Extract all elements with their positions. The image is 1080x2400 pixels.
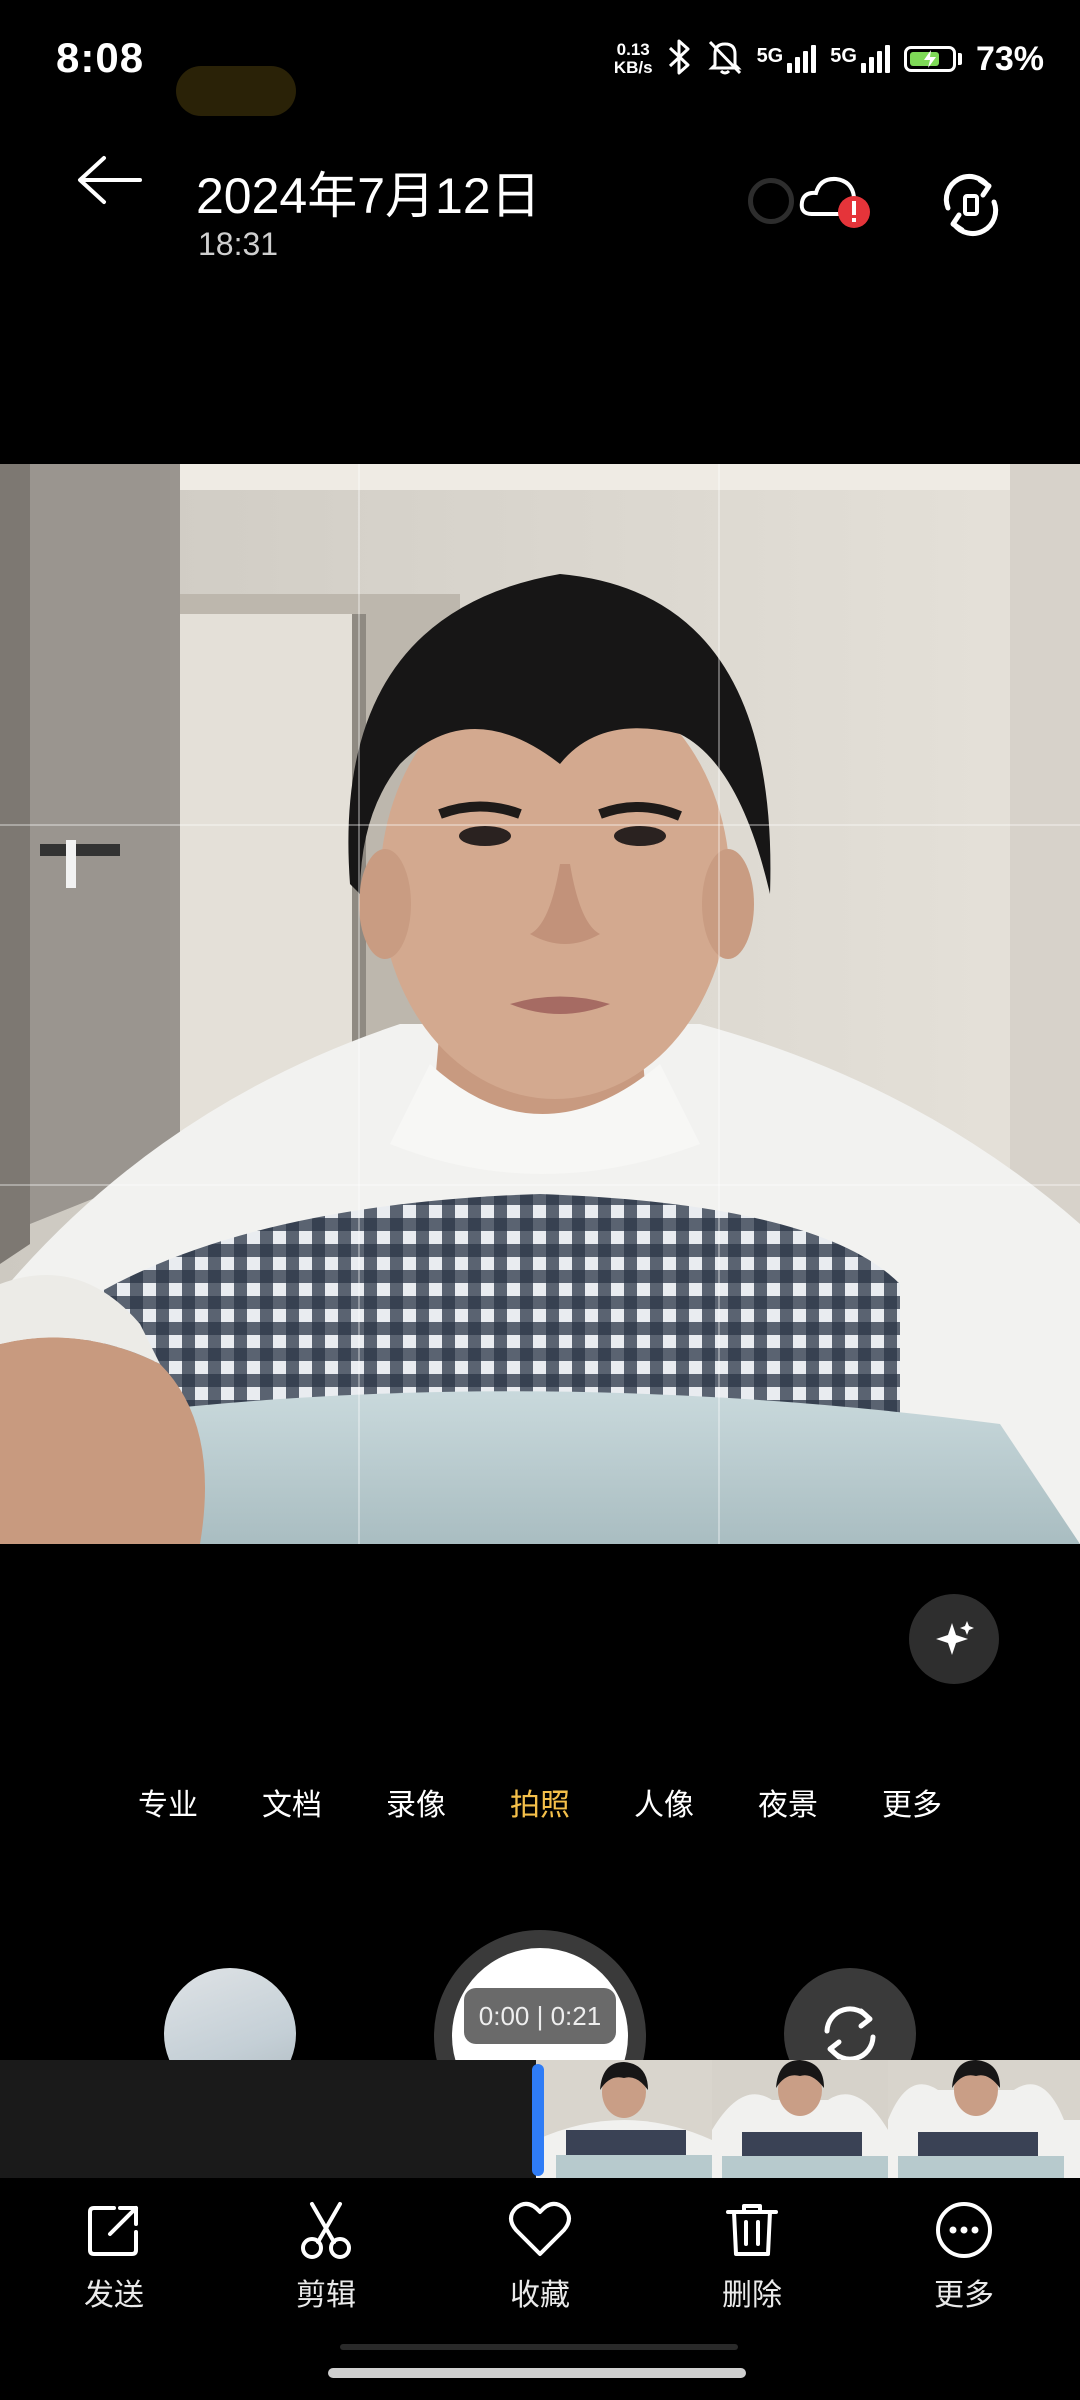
signal-icon xyxy=(860,45,890,73)
video-timecode: 0:00 | 0:21 xyxy=(464,1988,616,2044)
camera-mode-3[interactable]: 拍照 xyxy=(510,1780,570,1824)
page-title: 2024年7月12日 xyxy=(196,168,541,224)
grid-line xyxy=(0,824,1080,826)
favorite-label: 收藏 xyxy=(510,2279,570,2312)
edit-button[interactable]: 剪辑 xyxy=(256,2200,396,2314)
filmstrip-frame xyxy=(1064,2060,1080,2178)
delete-button[interactable]: 删除 xyxy=(682,2200,822,2314)
camera-mode-5[interactable]: 夜景 xyxy=(758,1780,818,1824)
signal-icon xyxy=(787,45,817,73)
net-speed-unit: KB/s xyxy=(613,58,653,77)
trash-icon xyxy=(726,2204,778,2256)
camera-mode-1[interactable]: 文档 xyxy=(262,1780,322,1824)
more-button[interactable]: 更多 xyxy=(894,2200,1034,2314)
more-label: 更多 xyxy=(934,2279,994,2312)
rotate-button[interactable] xyxy=(936,170,1006,240)
sim2-label: 5G xyxy=(830,45,857,67)
signal-sim1: 5G xyxy=(757,45,817,73)
camera-mode-6[interactable]: 更多 xyxy=(882,1780,942,1824)
favorite-button[interactable]: 收藏 xyxy=(470,2200,610,2314)
gesture-hint xyxy=(340,2344,738,2350)
playhead-handle[interactable] xyxy=(532,2064,544,2176)
scissors-icon xyxy=(301,2202,351,2259)
net-speed-value: 0.13 xyxy=(616,40,650,59)
more-dots-icon xyxy=(936,2202,992,2258)
delete-label: 删除 xyxy=(722,2279,782,2312)
rotate-icon xyxy=(943,174,999,236)
selfie-photo xyxy=(0,464,1080,1544)
back-arrow-icon xyxy=(78,156,142,204)
send-label: 发送 xyxy=(84,2279,144,2312)
signal-sim2: 5G xyxy=(830,45,890,73)
battery-percent: 73% xyxy=(975,39,1044,78)
battery-charging-icon xyxy=(903,46,962,72)
send-button[interactable]: 发送 xyxy=(44,2200,184,2314)
mute-bell-icon xyxy=(707,38,743,81)
camera-mode-0[interactable]: 专业 xyxy=(138,1780,198,1824)
media-preview[interactable] xyxy=(0,464,1080,1544)
net-speed: 0.13 KB/s xyxy=(614,41,653,77)
cloud-sync-button[interactable] xyxy=(798,170,876,234)
status-icons: 0.13 KB/s 5G 5G 73% xyxy=(614,34,1044,84)
grid-line xyxy=(718,464,720,1544)
ring-icon xyxy=(748,178,794,224)
switch-camera-icon xyxy=(824,2006,876,2062)
heart-icon xyxy=(509,2201,571,2256)
share-icon xyxy=(88,2206,138,2256)
recording-pill xyxy=(176,66,296,116)
edit-label: 剪辑 xyxy=(296,2279,356,2312)
capture-time: 18:31 xyxy=(198,226,279,262)
back-button[interactable] xyxy=(60,150,150,220)
sparkle-icon xyxy=(936,1621,974,1655)
camera-mode-selector: 专业 文档 录像 拍照 人像 夜景 更多 xyxy=(0,1780,1080,1824)
bluetooth-icon xyxy=(667,38,693,81)
home-indicator[interactable] xyxy=(328,2368,746,2378)
grid-line xyxy=(358,464,360,1544)
filmstrip-frame xyxy=(536,2060,713,2178)
grid-line xyxy=(0,1184,1080,1186)
cloud-alert-icon xyxy=(799,176,870,228)
sim1-label: 5G xyxy=(756,45,784,67)
filmstrip-frame xyxy=(712,2060,889,2178)
magic-enhance-button[interactable] xyxy=(909,1594,999,1684)
camera-mode-4[interactable]: 人像 xyxy=(634,1780,694,1824)
camera-mode-2[interactable]: 录像 xyxy=(386,1780,446,1824)
filmstrip-frame xyxy=(888,2060,1065,2178)
status-time: 8:08 xyxy=(56,34,145,81)
